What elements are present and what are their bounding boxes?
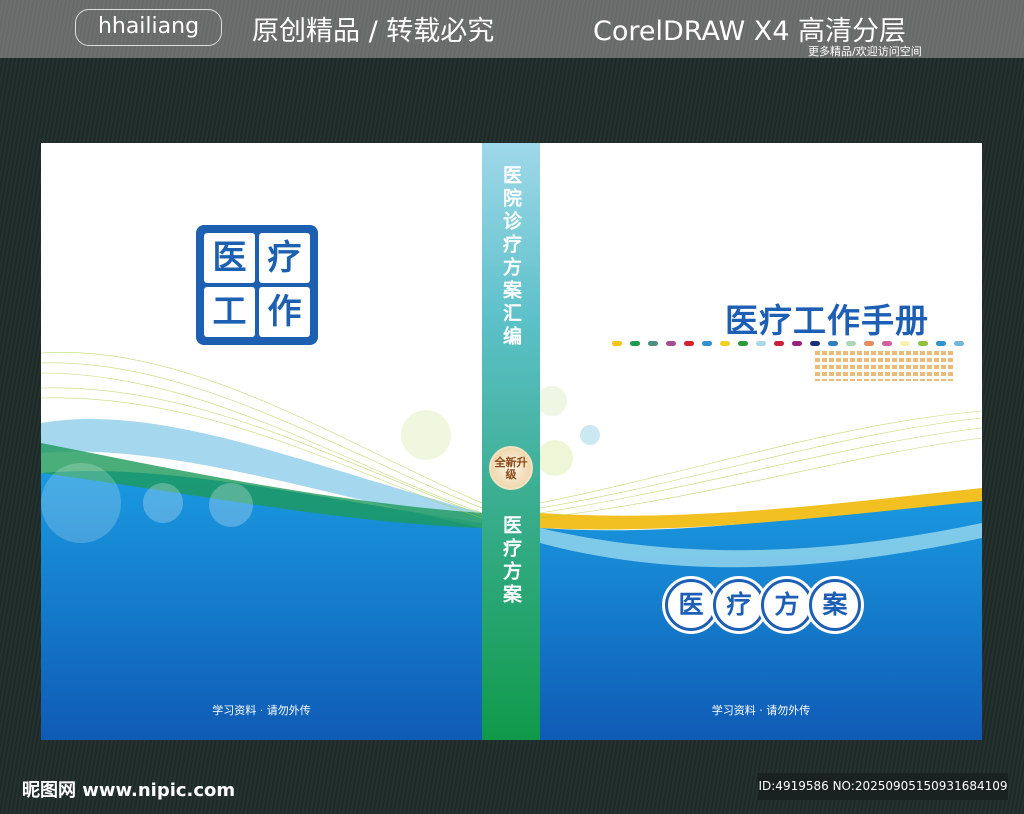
color-dot [792, 341, 802, 346]
color-dot [900, 341, 910, 346]
front-footer: 学习资料 · 请勿外传 [711, 704, 811, 717]
circle-char: 疗 [713, 579, 765, 631]
color-dot [630, 341, 640, 346]
color-dot [882, 341, 892, 346]
stamp-char: 医 [204, 233, 255, 283]
pixel-year-decoration [815, 351, 955, 381]
wave-background [540, 386, 982, 740]
color-dot [936, 341, 946, 346]
medical-work-stamp: 医 疗 工 作 [196, 225, 318, 345]
color-dot [612, 341, 622, 346]
color-dot [720, 341, 730, 346]
color-dot [666, 341, 676, 346]
circle-char: 案 [809, 579, 861, 631]
stamp-char: 作 [259, 287, 310, 337]
color-dot [846, 341, 856, 346]
color-dot [774, 341, 784, 346]
medical-plan-circles: 医 疗 方 案 [665, 579, 861, 631]
top-banner: hhailiang 原创精品 / 转载必究 CorelDRAW X4 高清分层 … [0, 0, 1024, 58]
color-dot [684, 341, 694, 346]
image-id: ID:4919586 NO:20250905150931684109 [758, 773, 1008, 800]
color-dot [738, 341, 748, 346]
author-badge: hhailiang [75, 9, 222, 46]
color-dot [810, 341, 820, 346]
front-title: 医疗工作手册 [725, 301, 929, 340]
stamp-char: 工 [204, 287, 255, 337]
circle-char: 医 [665, 579, 717, 631]
site-watermark: 昵图网 www.nipic.com [22, 780, 236, 801]
color-dot [918, 341, 928, 346]
book-cover: 医 疗 工 作 学习资料 · 请勿外传 医院诊疗方案汇编 全新升级 医疗方案 医… [41, 143, 982, 740]
spine: 医院诊疗方案汇编 全新升级 医疗方案 [482, 143, 540, 740]
back-footer: 学习资料 · 请勿外传 [212, 704, 311, 717]
color-dot [756, 341, 766, 346]
upgrade-badge: 全新升级 [489, 446, 533, 490]
color-dot [702, 341, 712, 346]
stamp-char: 疗 [259, 233, 310, 283]
color-dot [954, 341, 964, 346]
visit-note: 更多精品/欢迎访问空间 [808, 45, 922, 58]
circle-char: 方 [761, 579, 813, 631]
back-cover: 医 疗 工 作 学习资料 · 请勿外传 [41, 143, 482, 740]
color-dot [648, 341, 658, 346]
color-dot [828, 341, 838, 346]
color-dot-row [612, 341, 964, 346]
spine-title: 医院诊疗方案汇编 [500, 165, 522, 349]
color-dot [864, 341, 874, 346]
spine-subtitle: 医疗方案 [500, 515, 522, 607]
front-cover: 医疗工作手册 医 疗 方 案 学习资料 · 请勿外传 [540, 143, 982, 740]
slogan: 原创精品 / 转载必究 [252, 16, 495, 47]
